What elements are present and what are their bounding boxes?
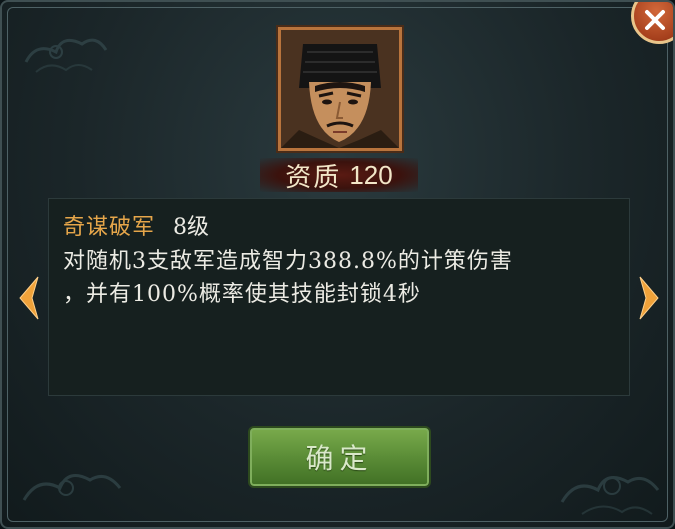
- aptitude-badge: 资质 120: [260, 158, 418, 193]
- arrow-right-icon[interactable]: [638, 275, 660, 321]
- cloud-decoration-bottom-left: [22, 474, 122, 501]
- skill-level: 8级: [173, 215, 210, 240]
- aptitude-value: 120: [349, 159, 393, 190]
- arrow-left-icon[interactable]: [18, 275, 40, 321]
- close-icon: [645, 10, 665, 30]
- skill-header: 奇谋破军 8级: [63, 209, 615, 243]
- aptitude-label: 资质: [285, 162, 342, 193]
- close-button[interactable]: [631, 2, 673, 44]
- skill-description-line: 对随机3支敌军造成智力388.8%的计策伤害: [63, 249, 513, 274]
- cloud-decoration-top-left: [24, 38, 108, 73]
- confirm-label: 确定: [305, 442, 374, 475]
- skill-panel: 奇谋破军 8级 对随机3支敌军造成智力388.8%的计策伤害 ，并有100%概率…: [48, 198, 630, 396]
- skill-dialog: 资质 120 奇谋破军 8级 对随机3支敌军造成智力388.8%的计策伤害 ，并…: [0, 0, 675, 529]
- portrait-image: [281, 30, 399, 148]
- cloud-decoration-bottom-right: [560, 476, 660, 515]
- skill-name: 奇谋破军: [63, 215, 156, 240]
- confirm-button[interactable]: 确定: [248, 426, 431, 488]
- skill-description: 对随机3支敌军造成智力388.8%的计策伤害 ，并有100%概率使其技能封锁4秒: [63, 245, 615, 311]
- general-portrait: [278, 27, 402, 151]
- skill-description-line: ，并有100%概率使其技能封锁4秒: [63, 282, 421, 307]
